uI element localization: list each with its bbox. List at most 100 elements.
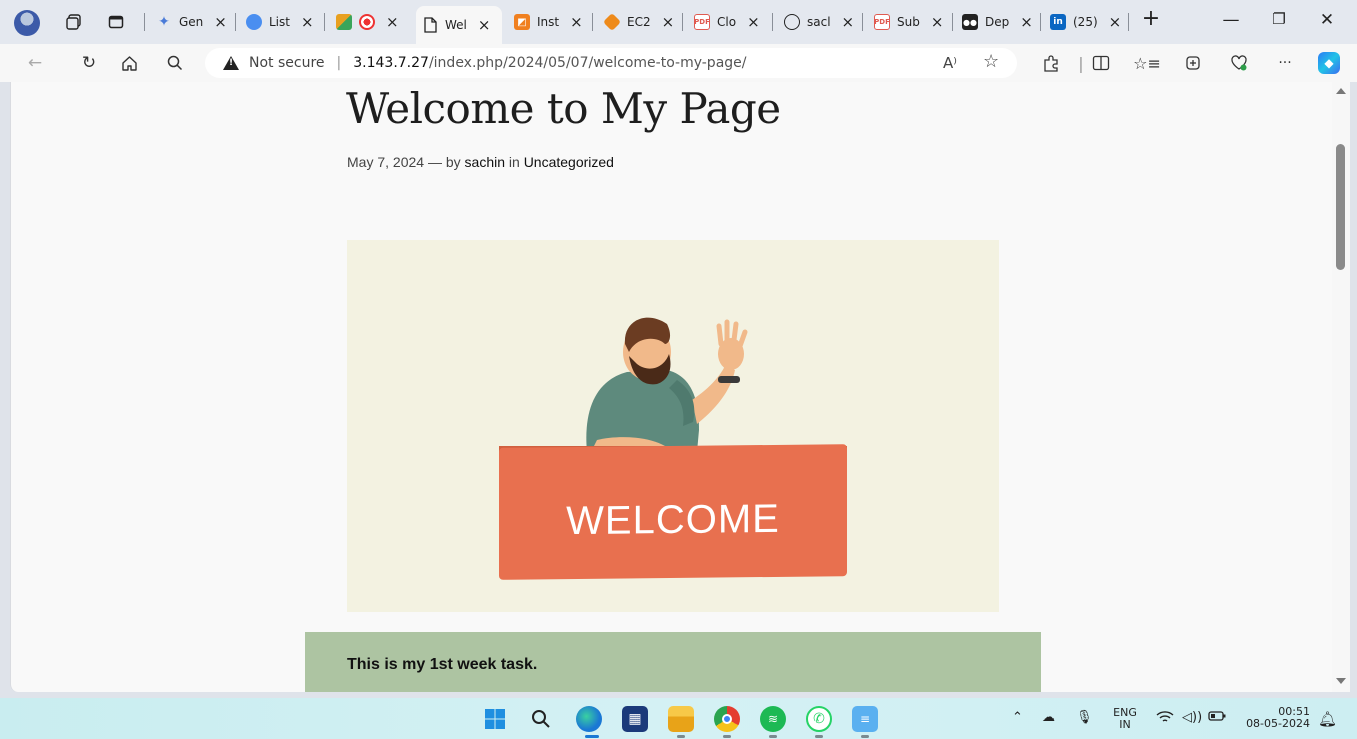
tab-gen[interactable]: ✦ Gen × bbox=[150, 7, 230, 37]
volume-icon[interactable]: ◁)) bbox=[1182, 710, 1202, 725]
post-meta: May 7, 2024 — by sachin in Uncategorized bbox=[347, 154, 614, 170]
post-date[interactable]: May 7, 2024 bbox=[347, 154, 424, 170]
battery-icon[interactable] bbox=[1208, 710, 1226, 726]
close-tab-icon[interactable]: × bbox=[478, 16, 491, 34]
welcome-banner: WELCOME bbox=[499, 444, 847, 580]
toolbar-divider: | bbox=[1078, 53, 1084, 73]
page-viewport: Welcome to My Page May 7, 2024 — by sach… bbox=[10, 82, 1332, 692]
tab-separator bbox=[682, 13, 683, 31]
favorites-icon[interactable]: ☆≡ bbox=[1133, 52, 1161, 74]
new-tab-button[interactable]: + bbox=[1136, 6, 1166, 31]
close-tab-icon[interactable]: × bbox=[662, 13, 675, 31]
meta-by-label: by bbox=[445, 154, 461, 170]
extensions-icon[interactable] bbox=[1040, 52, 1062, 74]
microphone-icon[interactable]: 🎙︎ bbox=[1076, 710, 1093, 725]
windows-start-icon[interactable] bbox=[482, 706, 508, 732]
copilot-icon[interactable]: ◆ bbox=[1318, 52, 1340, 74]
close-tab-icon[interactable]: × bbox=[570, 13, 583, 31]
warning-icon[interactable] bbox=[223, 56, 239, 70]
minimize-button[interactable]: — bbox=[1216, 10, 1246, 30]
close-tab-icon[interactable]: × bbox=[1020, 13, 1033, 31]
colorful-app-icon bbox=[336, 14, 352, 30]
tab-recording[interactable]: × bbox=[330, 7, 410, 37]
browser-essentials-icon[interactable] bbox=[1228, 52, 1250, 74]
back-arrow-icon[interactable]: ← bbox=[24, 52, 46, 74]
restore-button[interactable]: ❐ bbox=[1264, 10, 1294, 28]
region-code: IN bbox=[1119, 718, 1131, 731]
language-indicator[interactable]: ENG IN bbox=[1108, 707, 1142, 731]
post-title: Welcome to My Page bbox=[346, 84, 781, 133]
file-explorer-icon[interactable] bbox=[668, 706, 694, 732]
onedrive-cloud-icon[interactable]: ☁ bbox=[1042, 710, 1055, 725]
welcome-banner-text: WELCOME bbox=[566, 496, 780, 543]
read-aloud-icon[interactable]: A⁾ bbox=[943, 54, 957, 72]
close-tab-icon[interactable]: × bbox=[386, 13, 399, 31]
github-icon bbox=[784, 14, 800, 30]
workspaces-icon[interactable] bbox=[64, 12, 84, 32]
tab-list[interactable]: List × bbox=[240, 7, 320, 37]
clock[interactable]: 00:51 08-05-2024 bbox=[1240, 706, 1310, 730]
tab-separator bbox=[952, 13, 953, 31]
home-icon[interactable] bbox=[118, 52, 140, 74]
taskbar-search-icon[interactable] bbox=[528, 706, 554, 732]
close-tab-icon[interactable]: × bbox=[842, 13, 855, 31]
microsoft-store-icon[interactable]: ▦ bbox=[622, 706, 648, 732]
collections-icon[interactable] bbox=[1182, 52, 1204, 74]
featured-image: WELCOME bbox=[347, 240, 999, 612]
running-app-indicator bbox=[677, 735, 685, 738]
linkedin-icon: in bbox=[1050, 14, 1066, 30]
tab-github[interactable]: sacl × bbox=[778, 7, 858, 37]
tab-separator bbox=[144, 13, 145, 31]
post-author-link[interactable]: sachin bbox=[465, 154, 505, 170]
tab-clo[interactable]: PDF Clo × bbox=[688, 7, 768, 37]
running-app-indicator bbox=[769, 735, 777, 738]
close-window-button[interactable]: ✕ bbox=[1312, 10, 1342, 30]
split-screen-icon[interactable] bbox=[1090, 52, 1112, 74]
favorite-star-icon[interactable]: ☆ bbox=[983, 51, 999, 72]
tab-actions-icon[interactable] bbox=[106, 12, 126, 32]
close-tab-icon[interactable]: × bbox=[1109, 13, 1122, 31]
meta-dash: — bbox=[427, 154, 442, 170]
scrollbar-thumb[interactable] bbox=[1336, 144, 1345, 270]
scroll-down-arrow-icon[interactable] bbox=[1336, 678, 1346, 684]
chrome-icon[interactable] bbox=[714, 706, 740, 732]
whatsapp-icon[interactable]: ✆ bbox=[806, 706, 832, 732]
spotify-icon[interactable]: ≋ bbox=[760, 706, 786, 732]
tab-separator bbox=[592, 13, 593, 31]
more-options-icon[interactable]: ··· bbox=[1274, 52, 1296, 74]
edge-browser-icon[interactable] bbox=[576, 706, 602, 732]
tab-inst[interactable]: ◩ Inst × bbox=[508, 7, 588, 37]
close-tab-icon[interactable]: × bbox=[301, 13, 314, 31]
profile-avatar[interactable] bbox=[14, 10, 40, 36]
cube-icon bbox=[602, 12, 622, 32]
tab-separator bbox=[862, 13, 863, 31]
url-host[interactable]: 3.143.7.27 bbox=[353, 55, 429, 71]
meta-in-label: in bbox=[508, 154, 520, 170]
vertical-scrollbar[interactable] bbox=[1332, 82, 1350, 692]
clock-date: 08-05-2024 bbox=[1246, 717, 1310, 730]
url-path[interactable]: /index.php/2024/05/07/welcome-to-my-page… bbox=[429, 55, 747, 71]
url-separator: | bbox=[336, 55, 342, 71]
tab-linkedin[interactable]: in (25) × bbox=[1044, 7, 1124, 37]
content-block: This is my 1st week task. bbox=[305, 632, 1041, 692]
tab-welcome-active[interactable]: Wel × bbox=[416, 6, 502, 44]
tab-dep[interactable]: ●● Dep × bbox=[956, 7, 1036, 37]
scroll-up-arrow-icon[interactable] bbox=[1336, 88, 1346, 94]
refresh-icon[interactable]: ↻ bbox=[78, 52, 100, 74]
notification-bell-icon[interactable]: 🔔︎ bbox=[1318, 710, 1337, 728]
close-tab-icon[interactable]: × bbox=[931, 13, 944, 31]
not-secure-label[interactable]: Not secure bbox=[249, 55, 325, 71]
tab-ec2[interactable]: EC2 × bbox=[598, 7, 678, 37]
tab-sub[interactable]: PDF Sub × bbox=[868, 7, 948, 37]
address-bar[interactable]: Not secure | 3.143.7.27/index.php/2024/0… bbox=[205, 48, 1017, 78]
tab-separator bbox=[1128, 13, 1129, 31]
orange-square-icon: ◩ bbox=[514, 14, 530, 30]
close-tab-icon[interactable]: × bbox=[747, 13, 760, 31]
close-tab-icon[interactable]: × bbox=[214, 13, 227, 31]
notepad-icon[interactable]: ≡ bbox=[852, 706, 878, 732]
show-hidden-icons-chevron-icon[interactable]: ⌃ bbox=[1012, 710, 1023, 725]
task-text: This is my 1st week task. bbox=[347, 656, 538, 673]
wifi-icon[interactable] bbox=[1156, 710, 1174, 728]
search-icon[interactable] bbox=[164, 52, 186, 74]
post-category-link[interactable]: Uncategorized bbox=[524, 154, 614, 170]
